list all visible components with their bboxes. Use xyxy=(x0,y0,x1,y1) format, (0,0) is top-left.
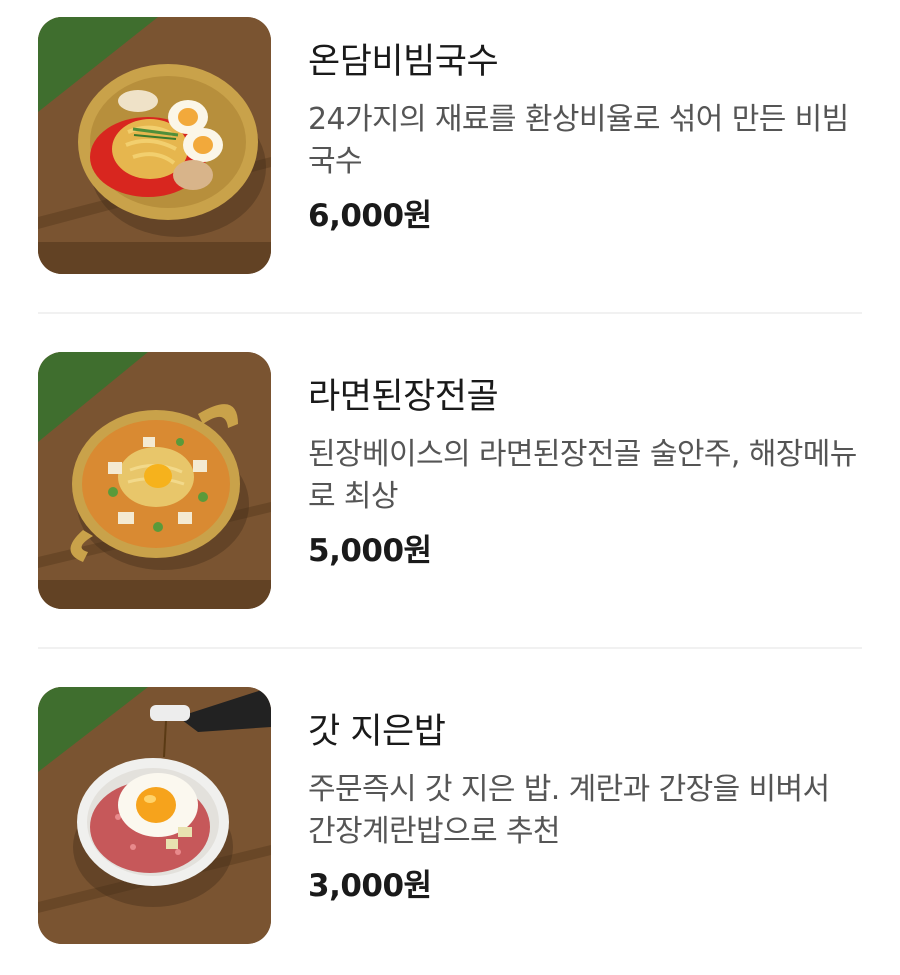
menu-item-photo xyxy=(38,352,271,609)
menu-item-name: 온담비빔국수 xyxy=(308,42,499,82)
menu-item-price: 6,000원 xyxy=(308,198,432,234)
egg-rice-bowl-icon xyxy=(38,687,271,944)
menu-list: 온담비빔국수 24가지의 재료를 환상비율로 섞어 만든 비빔국수 6,000원 xyxy=(0,0,900,975)
menu-item-price: 3,000원 xyxy=(308,868,432,904)
menu-item-name: 갓 지은밥 xyxy=(308,712,446,752)
menu-item-bibim-noodles[interactable]: 온담비빔국수 24가지의 재료를 환상비율로 섞어 만든 비빔국수 6,000원 xyxy=(38,17,862,275)
menu-item-description: 된장베이스의 라면된장전골 술안주, 해장메뉴로 최상 xyxy=(308,437,857,514)
menu-item-info: 온담비빔국수 24가지의 재료를 환상비율로 섞어 만든 비빔국수 6,000원 xyxy=(308,39,864,236)
menu-item-name: 라면된장전골 xyxy=(308,377,499,417)
menu-item-photo xyxy=(38,17,271,274)
menu-item-ramen-stew[interactable]: 라면된장전골 된장베이스의 라면된장전골 술안주, 해장메뉴로 최상 5,000… xyxy=(38,352,862,610)
divider xyxy=(38,647,862,649)
menu-item-description: 24가지의 재료를 환상비율로 섞어 만든 비빔국수 xyxy=(308,102,849,179)
menu-item-description: 주문즉시 갓 지은 밥. 계란과 간장을 비벼서 간장계란밥으로 추천 xyxy=(308,772,830,849)
menu-item-price: 5,000원 xyxy=(308,533,432,569)
menu-item-info: 갓 지은밥 주문즉시 갓 지은 밥. 계란과 간장을 비벼서 간장계란밥으로 추… xyxy=(308,709,864,906)
ramen-stew-icon xyxy=(38,352,271,609)
menu-item-info: 라면된장전골 된장베이스의 라면된장전골 술안주, 해장메뉴로 최상 5,000… xyxy=(308,374,864,571)
divider xyxy=(38,312,862,314)
bibim-noodles-icon xyxy=(38,17,271,274)
menu-item-photo xyxy=(38,687,271,944)
menu-item-egg-rice[interactable]: 갓 지은밥 주문즉시 갓 지은 밥. 계란과 간장을 비벼서 간장계란밥으로 추… xyxy=(38,687,862,945)
